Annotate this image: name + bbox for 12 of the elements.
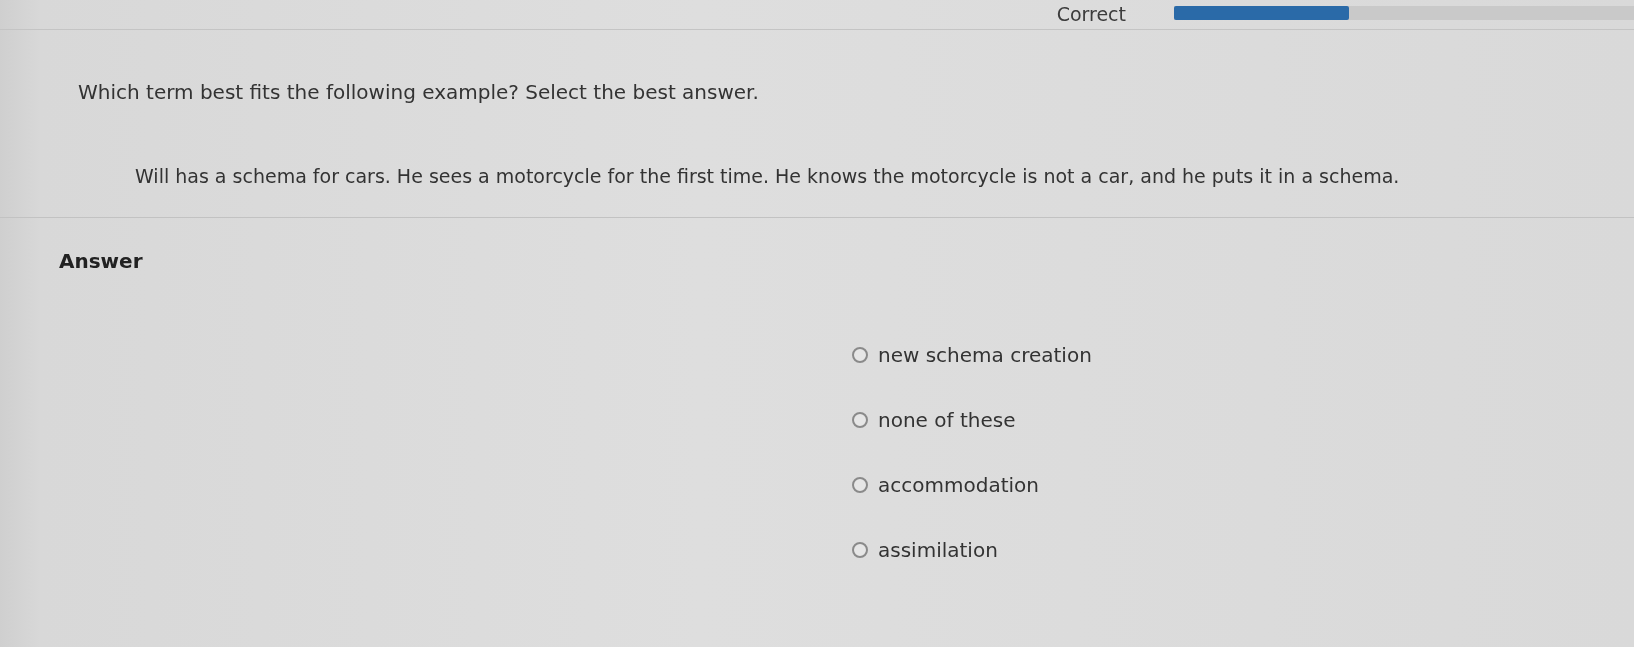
radio-button[interactable]: [852, 412, 868, 428]
status-label: Correct: [1056, 2, 1126, 26]
example-text: Will has a schema for cars. He sees a motorcycle for the first time. He knows the motorcycle is not a car, and he puts it in a schema.: [135, 164, 1400, 189]
question-prompt: Which term best fits the following example? Select the best answer.: [78, 79, 759, 106]
answer-option[interactable]: new schema creation: [852, 342, 1092, 368]
radio-button[interactable]: [852, 477, 868, 493]
answer-option[interactable]: accommodation: [852, 472, 1039, 498]
radio-button[interactable]: [852, 542, 868, 558]
answer-option[interactable]: none of these: [852, 407, 1016, 433]
radio-button[interactable]: [852, 347, 868, 363]
answer-heading: Answer: [59, 248, 143, 274]
answer-option[interactable]: assimilation: [852, 537, 998, 563]
